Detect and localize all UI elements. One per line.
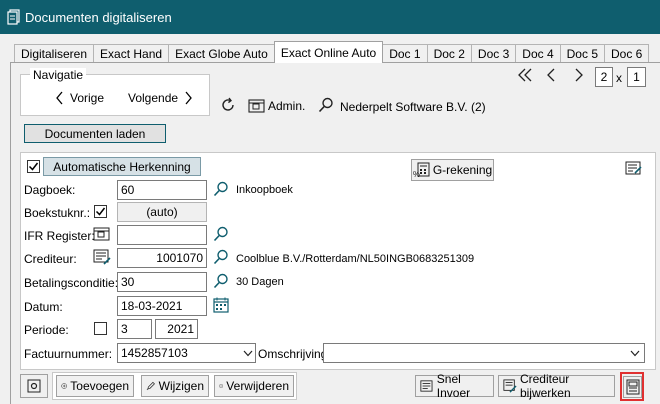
periode-label: Periode: [24, 323, 69, 337]
refresh-icon[interactable] [220, 97, 236, 113]
update-creditor-button[interactable]: Crediteur bijwerken [498, 372, 615, 400]
minus-circle-icon [219, 384, 224, 388]
calculator-icon: % [413, 162, 430, 178]
tab-doc-5[interactable]: Doc 5 [559, 44, 605, 63]
periode-checkbox[interactable] [94, 322, 107, 335]
next-page-icon[interactable] [574, 68, 584, 82]
previous-label: Vorige [70, 91, 105, 105]
previous-page-icon[interactable] [546, 68, 556, 82]
tab-doc-6[interactable]: Doc 6 [604, 44, 650, 63]
betaling-input[interactable]: 30 [117, 272, 207, 292]
dagboek-label: Dagboek: [24, 183, 76, 197]
tab-exact-globe-auto[interactable]: Exact Globe Auto [168, 44, 275, 63]
window-title: Documenten digitaliseren [25, 9, 172, 25]
page-current-field[interactable]: 2 [595, 67, 613, 87]
next-label: Volgende [128, 91, 179, 105]
tab-doc-1[interactable]: Doc 1 [382, 44, 428, 63]
delete-label: Verwijderen [226, 379, 289, 393]
register-icon[interactable] [93, 226, 111, 242]
delete-button[interactable]: Verwijderen [214, 375, 294, 397]
tab-doc-3[interactable]: Doc 3 [470, 44, 517, 63]
notes-icon[interactable] [625, 160, 643, 176]
ifr-label: IFR Register: [24, 229, 95, 243]
tab-strip: Digitaliseren Exact Hand Exact Globe Aut… [14, 41, 650, 63]
checkmark-icon [95, 207, 106, 216]
load-documents-button[interactable]: Documenten laden [24, 124, 166, 143]
g-rekening-button[interactable]: % G-rekening [411, 159, 494, 181]
admin-name: Nederpelt Software B.V. (2) [340, 100, 486, 114]
calendar-icon[interactable] [213, 297, 229, 313]
omschrijving-label: Omschrijving: [258, 347, 331, 361]
search-betaling-icon[interactable] [213, 273, 229, 289]
title-bar: Documenten digitaliseren [0, 0, 660, 34]
tab-digitaliseren[interactable]: Digitaliseren [14, 44, 95, 63]
boekstuk-label: Boekstuknr.: [24, 206, 91, 220]
crediteur-input[interactable]: 1001070 [117, 248, 207, 268]
dagboek-input[interactable]: 60 [117, 180, 207, 200]
creditor-edit-icon [503, 379, 517, 393]
auto-recognition-button[interactable]: Automatische Herkenning [43, 157, 201, 176]
pencil-icon [146, 381, 155, 391]
next-button[interactable]: Volgende [128, 90, 193, 106]
quick-entry-label: Snel Invoer [436, 372, 471, 400]
year-input[interactable]: 2021 [155, 319, 198, 339]
auto-recognition-checkbox[interactable] [27, 160, 40, 173]
edit-button[interactable]: Wijzigen [141, 375, 209, 397]
dagboek-description: Inkoopboek [236, 184, 293, 196]
admin-label: Admin. [268, 99, 306, 113]
betaling-description: 30 Dagen [236, 276, 284, 288]
creditor-card-icon[interactable] [93, 249, 111, 265]
first-page-icon[interactable] [517, 68, 533, 82]
chevron-left-icon [56, 91, 63, 105]
factuur-combobox[interactable]: 1452857103 [117, 343, 256, 363]
tab-exact-hand[interactable]: Exact Hand [93, 44, 170, 63]
periode-input[interactable]: 3 [117, 319, 152, 339]
tab-doc-2[interactable]: Doc 2 [426, 44, 472, 63]
svg-text:%: % [413, 170, 420, 178]
add-button[interactable]: Toevoegen [56, 375, 134, 397]
edit-label: Wijzigen [158, 379, 204, 393]
search-dagboek-icon[interactable] [213, 181, 229, 197]
tab-exact-online-auto[interactable]: Exact Online Auto [273, 41, 384, 63]
factuur-label: Factuurnummer: [24, 347, 113, 361]
crediteur-description: Coolblue B.V./Rotterdam/NL50INGB06832513… [236, 253, 475, 265]
page-total-field: 1 [627, 67, 646, 87]
admin-icon [248, 99, 265, 113]
datum-label: Datum: [24, 300, 63, 314]
quick-entry-button[interactable]: Snel Invoer [415, 372, 494, 400]
boekstuk-input: (auto) [117, 202, 207, 222]
crediteur-label: Crediteur: [24, 252, 77, 266]
plus-circle-icon [61, 383, 67, 389]
document-icon [7, 9, 20, 25]
update-creditor-label: Crediteur bijwerken [519, 372, 571, 400]
factuur-value: 1452857103 [121, 346, 188, 360]
tab-doc-4[interactable]: Doc 4 [515, 44, 561, 63]
search-crediteur-icon[interactable] [213, 249, 229, 265]
settings-button[interactable] [20, 374, 48, 398]
search-admin-icon[interactable] [318, 97, 334, 113]
boekstuk-auto-checkbox[interactable] [94, 205, 107, 218]
chevron-down-icon[interactable] [630, 350, 640, 357]
quick-entry-icon [420, 380, 433, 392]
chevron-right-icon [185, 91, 192, 105]
omschrijving-combobox[interactable] [323, 343, 645, 363]
ifr-input[interactable] [117, 225, 207, 245]
navigation-legend: Navigatie [30, 68, 87, 82]
betaling-label: Betalingsconditie: [24, 276, 119, 290]
add-label: Toevoegen [70, 379, 129, 393]
g-rekening-label: G-rekening [432, 163, 493, 177]
admin-button[interactable]: Admin. [248, 97, 305, 115]
datum-input[interactable]: 18-03-2021 [117, 296, 207, 316]
checkmark-icon [28, 162, 39, 171]
page-separator: x [616, 71, 622, 85]
gear-icon [27, 379, 41, 393]
search-ifr-icon[interactable] [213, 226, 229, 242]
previous-button[interactable]: Vorige [55, 90, 104, 106]
highlight-marker [620, 372, 644, 401]
chevron-down-icon[interactable] [243, 350, 253, 357]
